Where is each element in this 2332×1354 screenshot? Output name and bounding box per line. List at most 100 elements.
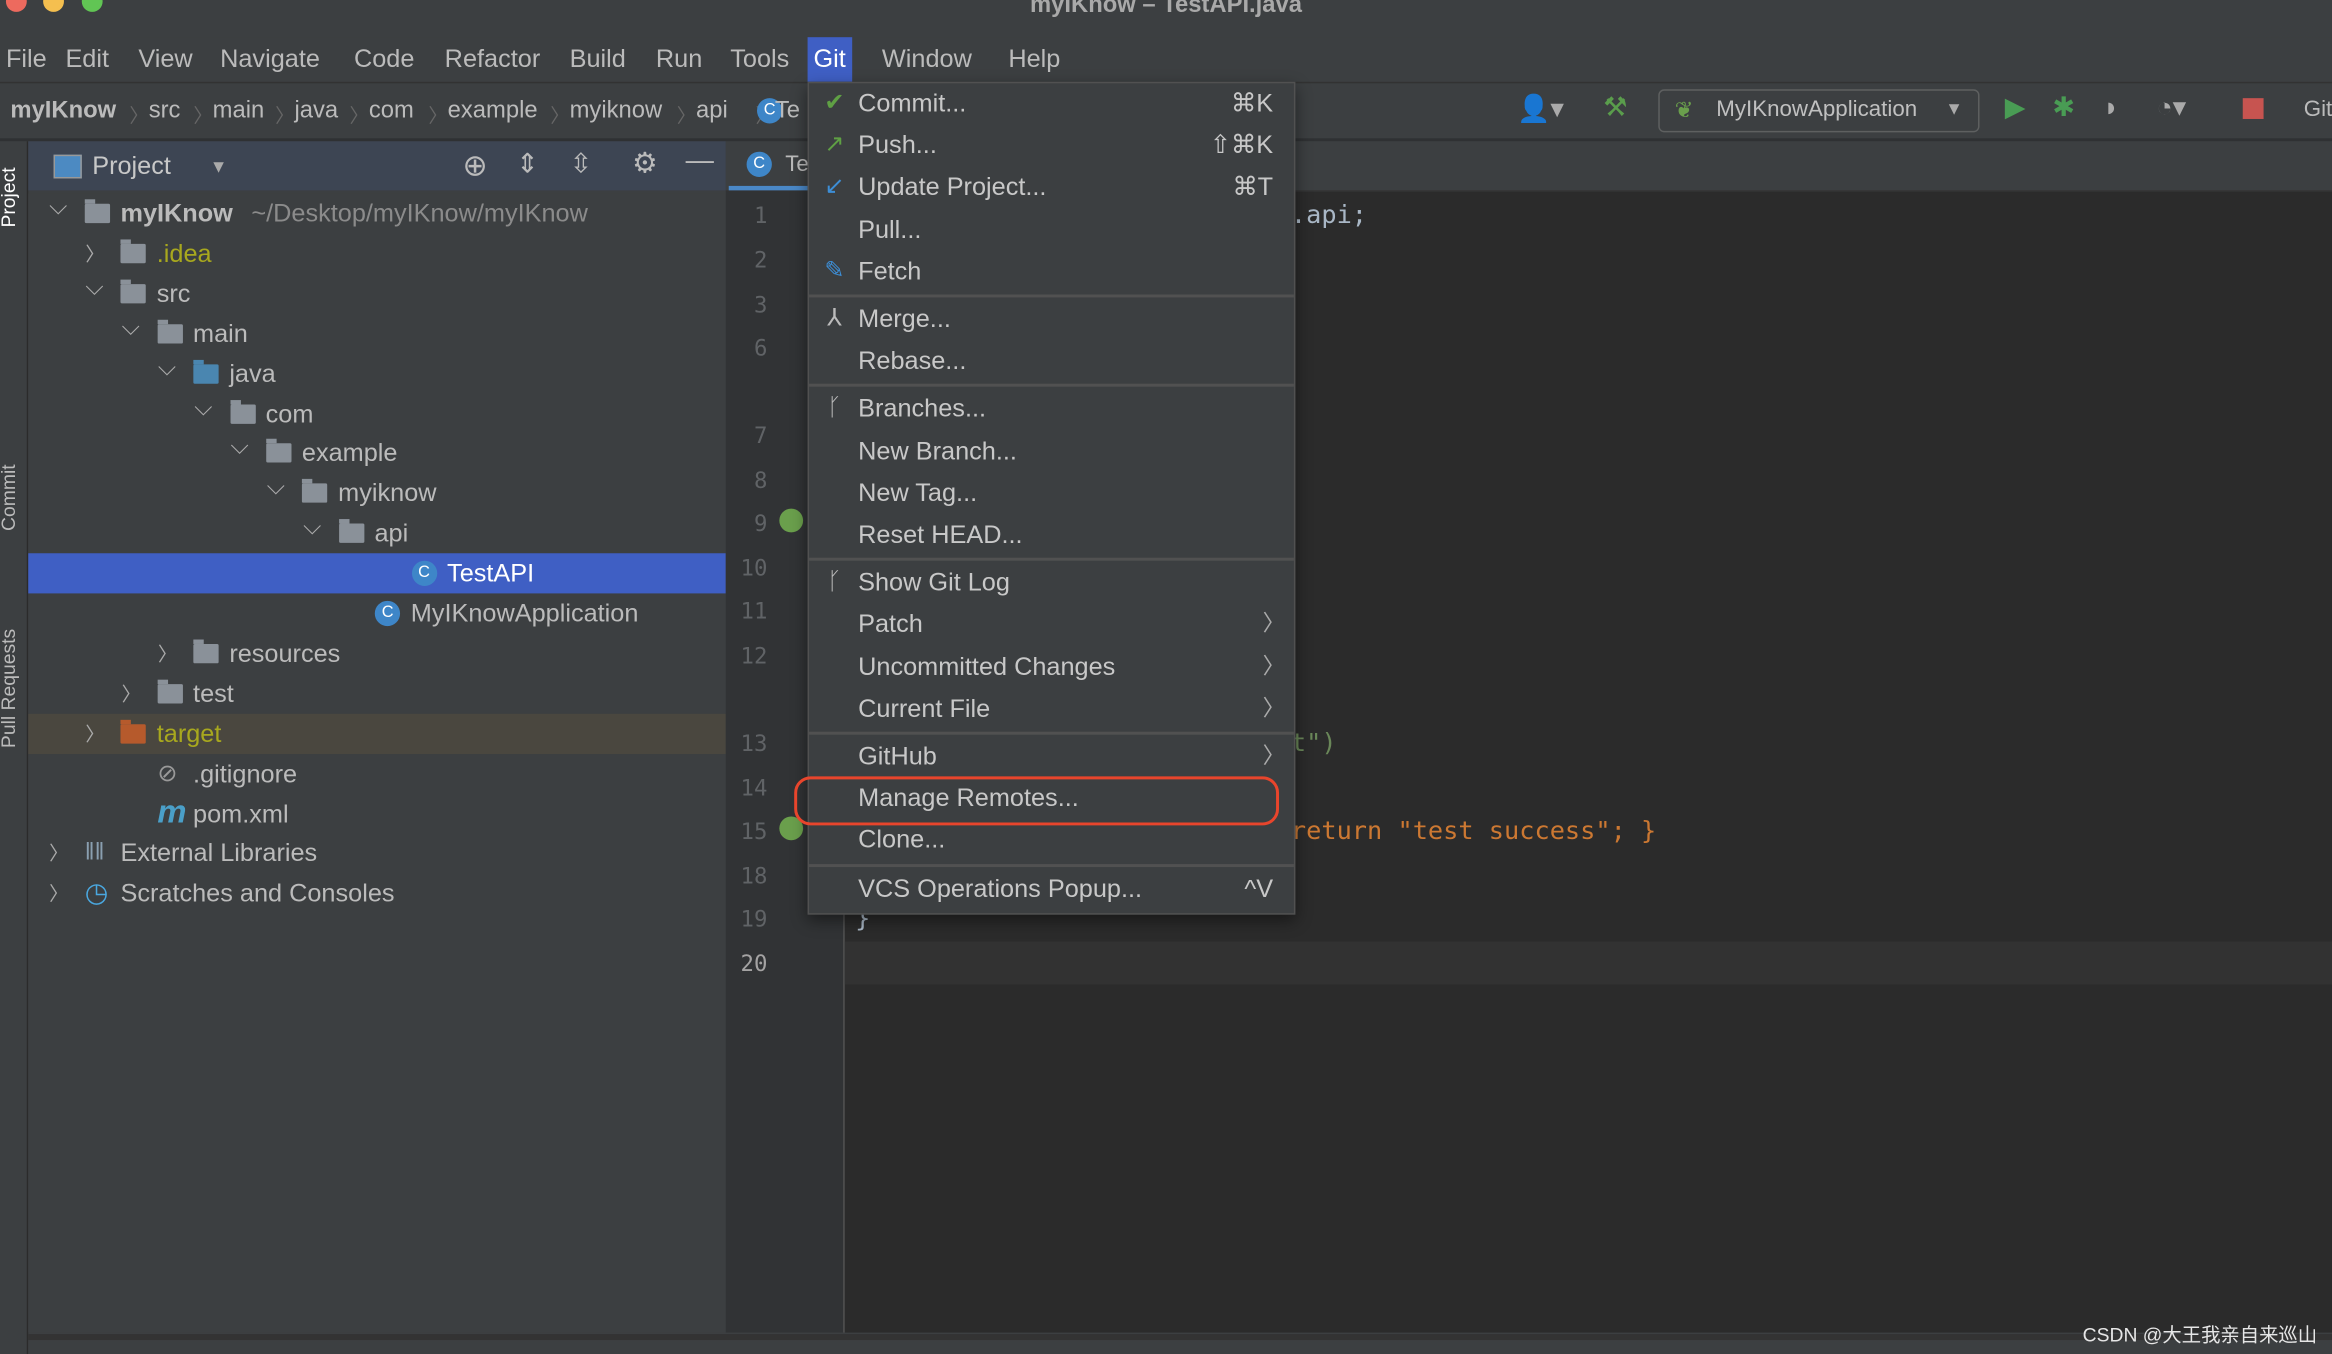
debug-icon[interactable]: ✱ [2052,92,2074,123]
breadcrumb-item[interactable]: myiknow [570,83,663,138]
menu-build[interactable]: Build [564,37,632,82]
git-menu-item-github[interactable]: GitHub 〉 [809,736,1294,778]
git-menu-item-push[interactable]: ↗ Push... ⇧⌘K [809,125,1294,167]
chevron-down-icon[interactable]: ⌵ [158,347,176,387]
git-menu-item-clone[interactable]: Clone... [809,820,1294,862]
code-fragment: t") [1290,728,1337,759]
build-hammer-icon[interactable]: ⚒ [1603,92,1627,123]
git-menu-item-show-git-log[interactable]: ᚴ Show Git Log [809,562,1294,604]
tree-item-label: api [374,519,409,548]
breadcrumb-item[interactable]: java [294,83,338,138]
breadcrumb-item[interactable]: api [696,83,728,138]
git-menu-item-pull[interactable]: Pull... [809,209,1294,251]
profile-icon[interactable]: ◔▾ [2156,92,2186,123]
tree-item-myiknowapplication[interactable]: C MyIKnowApplication [28,593,726,633]
menu-run[interactable]: Run [650,37,708,82]
breadcrumb-item[interactable]: example [448,83,538,138]
menu-refactor[interactable]: Refactor [439,37,546,82]
locate-icon[interactable]: ⊕ [463,147,488,184]
tree-item-label: src [156,279,191,308]
tree-item-label: myIKnow [120,199,233,228]
git-menu-item-update-project[interactable]: ↙ Update Project... ⌘T [809,167,1294,209]
git-menu-item-fetch[interactable]: ✎ Fetch [809,251,1294,293]
tree-item-test[interactable]: 〉 test [28,673,726,713]
menu-help[interactable]: Help [1002,37,1066,82]
menu-separator [809,863,1294,867]
breadcrumb-item[interactable]: src [149,83,181,138]
tree-item-resources[interactable]: 〉 resources [28,633,726,673]
chevron-down-icon[interactable]: ⌵ [122,307,140,347]
git-menu-item-vcs-operations-popup[interactable]: VCS Operations Popup... ^V [809,868,1294,910]
spring-bean-icon[interactable] [779,508,804,533]
side-tab-commit[interactable]: Commit [0,464,19,531]
chevron-right-icon[interactable]: 〉 [122,673,141,713]
chevron-right-icon[interactable]: 〉 [85,713,104,753]
breadcrumb-item[interactable]: Te [775,83,800,138]
tree-item-com[interactable]: ⌵ com [28,393,726,433]
menu-view[interactable]: View [132,37,198,82]
chevron-down-icon[interactable]: ⌵ [49,187,67,227]
git-menu-item-branches[interactable]: ᚴ Branches... [809,389,1294,431]
menu-item-label: Update Project... [858,173,1047,202]
tree-item-target[interactable]: 〉 target [28,713,726,754]
run-config-dropdown[interactable]: ❦ MyIKnowApplication ▼ [1658,89,1980,133]
tree-item-gitignore[interactable]: ⊘ .gitignore [28,753,726,793]
chevron-down-icon[interactable]: ⌵ [85,267,103,307]
tree-item-scratches-and-consoles[interactable]: 〉 ◷ Scratches and Consoles [28,873,726,913]
run-icon[interactable]: ▶ [2005,92,2026,123]
git-toolbar-label[interactable]: Git [2304,97,2332,122]
menu-window[interactable]: Window [876,37,978,82]
user-vcs-icon[interactable]: 👤▾ [1517,94,1564,125]
tree-item-example[interactable]: ⌵ example [28,433,726,473]
tree-item-java[interactable]: ⌵ java [28,353,726,393]
tree-item-label: .idea [156,239,212,268]
git-menu-item-patch[interactable]: Patch 〉 [809,604,1294,646]
git-menu-item-reset-head[interactable]: Reset HEAD... [809,515,1294,557]
tree-item-api[interactable]: ⌵ api [28,513,726,553]
chevron-down-icon[interactable]: ⌵ [194,387,212,427]
tree-item-testapi[interactable]: C TestAPI [28,553,726,594]
side-tab-project[interactable]: Project [0,167,19,227]
chevron-down-icon[interactable]: ▼ [210,156,228,177]
menu-code[interactable]: Code [348,37,420,82]
menu-git[interactable]: Git [807,37,852,82]
project-view-selector[interactable]: Project [92,152,171,182]
breadcrumb-item[interactable]: myIKnow [10,83,116,138]
git-menu-item-new-branch[interactable]: New Branch... [809,431,1294,473]
chevron-down-icon[interactable]: ⌵ [267,467,285,507]
line-number: 8 [753,466,768,494]
git-menu-item-uncommitted-changes[interactable]: Uncommitted Changes 〉 [809,646,1294,688]
chevron-down-icon[interactable]: ⌵ [231,427,249,467]
folder-icon [157,679,183,704]
tree-item-idea[interactable]: 〉 .idea [28,233,726,273]
editor-tab-testapi[interactable]: C Te [728,141,818,191]
line-number: 7 [753,422,768,450]
git-menu-item-new-tag[interactable]: New Tag... [809,473,1294,515]
stop-icon[interactable] [2242,98,2264,119]
expand-all-icon[interactable]: ⇕ [516,149,538,180]
breadcrumb-item[interactable]: com [369,83,414,138]
menu-edit[interactable]: Edit [59,37,114,82]
collapse-all-icon[interactable]: ⇳ [570,149,592,180]
git-menu-item-rebase[interactable]: Rebase... [809,341,1294,383]
git-menu-item-current-file[interactable]: Current File 〉 [809,688,1294,730]
hide-panel-icon[interactable]: — [686,146,714,179]
menu-navigate[interactable]: Navigate [214,37,326,82]
side-tab-pull-requests[interactable]: Pull Requests [0,629,19,748]
chevron-down-icon[interactable]: ⌵ [303,507,321,547]
tree-item-main[interactable]: ⌵ main [28,313,726,353]
tree-item-myiknow[interactable]: ⌵ myIKnow ~/Desktop/myIKnow/myIKnow [28,193,726,233]
tree-item-external-libraries[interactable]: 〉 ǁǁ External Libraries [28,833,726,873]
tree-item-myiknow[interactable]: ⌵ myiknow [28,473,726,513]
git-menu-item-merge[interactable]: ⅄ Merge... [809,299,1294,341]
menu-tools[interactable]: Tools [724,37,795,82]
chevron-right-icon[interactable]: 〉 [49,873,68,913]
coverage-icon[interactable]: ◗ [2103,92,2119,123]
chevron-right-icon[interactable]: 〉 [49,833,68,873]
tree-item-pom-xml[interactable]: m pom.xml [28,792,726,833]
chevron-right-icon[interactable]: 〉 [158,633,177,673]
menu-file[interactable]: File [0,37,53,82]
git-menu-item-commit[interactable]: ✔ Commit... ⌘K [809,83,1294,125]
breadcrumb-item[interactable]: main [213,83,265,138]
gear-icon[interactable]: ⚙ [632,147,657,181]
